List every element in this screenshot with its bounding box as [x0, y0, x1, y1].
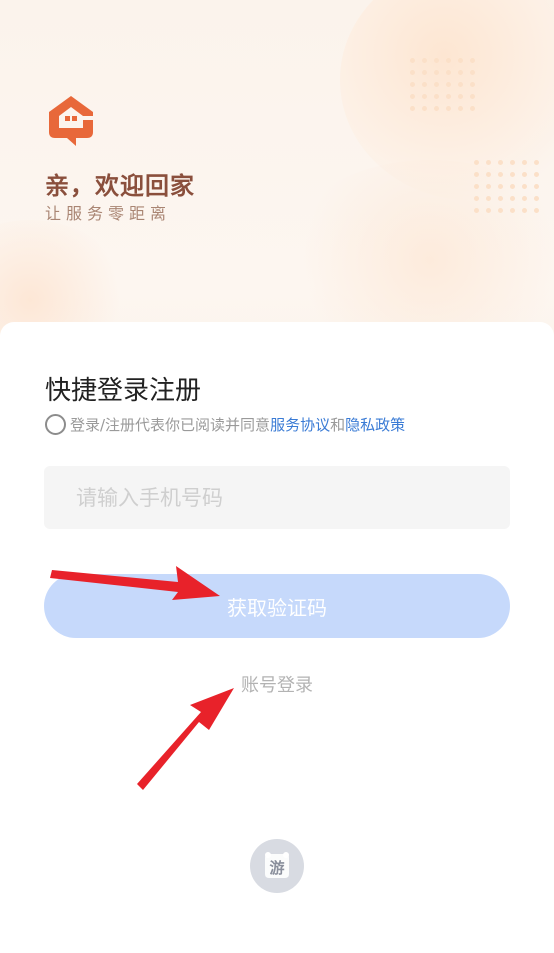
agreement-and-text: 和	[330, 415, 346, 434]
page-title: 快捷登录注册	[45, 376, 202, 406]
game-badge-icon[interactable]: 游	[250, 839, 304, 893]
get-verification-code-button[interactable]: 获取验证码	[44, 574, 510, 638]
account-login-link[interactable]: 账号登录	[0, 671, 554, 697]
agreement-row: 登录/注册代表你已阅读并同意 服务协议 和 隐私政策	[45, 413, 405, 435]
dot-pattern	[410, 58, 475, 111]
service-agreement-link[interactable]: 服务协议	[270, 414, 330, 435]
phone-number-input[interactable]	[44, 466, 510, 529]
slogan-text: 让服务零距离	[45, 204, 172, 223]
welcome-heading: 亲，欢迎回家	[45, 172, 195, 200]
agreement-checkbox[interactable]	[45, 413, 66, 435]
agreement-text: 登录/注册代表你已阅读并同意	[70, 415, 271, 434]
dot-pattern	[474, 160, 539, 213]
login-screen: 亲，欢迎回家 让服务零距离 快捷登录注册 登录/注册代表你已阅读并同意 服务协议…	[0, 0, 554, 953]
game-badge-text: 游	[269, 859, 284, 877]
privacy-policy-link[interactable]: 隐私政策	[345, 414, 405, 435]
house-chat-bubble-icon	[43, 92, 99, 148]
